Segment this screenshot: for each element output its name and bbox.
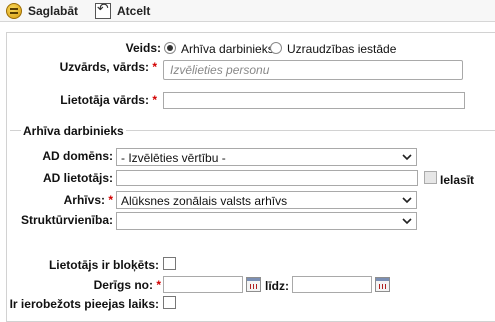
- ad-user-input[interactable]: [116, 170, 418, 186]
- calendar-icon[interactable]: [246, 277, 261, 292]
- person-search-input[interactable]: Izvēlieties personu: [163, 60, 463, 80]
- import-label: Ielasīt: [440, 173, 475, 187]
- ad-domain-selected: - Izvēlēties vērtību -: [121, 151, 226, 165]
- limited-time-checkbox[interactable]: [163, 296, 176, 309]
- chevron-down-icon: [402, 154, 412, 161]
- required-mark: *: [152, 60, 157, 74]
- valid-until-input[interactable]: [292, 276, 372, 293]
- undo-icon: [95, 1, 111, 19]
- required-mark: *: [108, 193, 113, 207]
- type-radio-supervisory[interactable]: [270, 42, 282, 54]
- archive-select[interactable]: Alūksnes zonālais valsts arhīvs: [116, 191, 417, 209]
- ad-user-label: AD lietotājs:: [42, 171, 113, 185]
- save-button[interactable]: Saglabāt: [6, 2, 78, 20]
- required-mark: *: [156, 278, 161, 292]
- name-label: Uzvārds, vārds: *: [59, 60, 157, 74]
- ad-domain-select[interactable]: - Izvēlēties vērtību -: [116, 148, 417, 166]
- save-icon: [6, 3, 22, 19]
- valid-until-label: līdz:: [265, 279, 289, 293]
- valid-from-input[interactable]: [163, 276, 243, 293]
- type-option-archive-label: Arhīva darbinieks: [181, 42, 274, 56]
- blocked-checkbox[interactable]: [163, 257, 176, 270]
- archive-section-legend: Arhīva darbinieks: [21, 124, 126, 138]
- valid-from-label: Derīgs no: *: [93, 278, 161, 292]
- import-checkbox[interactable]: [424, 171, 437, 184]
- unit-label: Struktūrvienība:: [20, 213, 113, 227]
- chevron-down-icon: [402, 197, 412, 204]
- limited-time-label: Ir ierobežots pieejas laiks:: [9, 297, 159, 311]
- toolbar: Saglabāt Atcelt: [0, 0, 495, 22]
- ad-domain-label: AD domēns:: [42, 149, 113, 163]
- type-radio-archive[interactable]: [164, 42, 176, 54]
- archive-selected: Alūksnes zonālais valsts arhīvs: [121, 194, 288, 208]
- chevron-down-icon: [402, 218, 412, 225]
- calendar-icon[interactable]: [375, 277, 390, 292]
- username-input[interactable]: [163, 92, 465, 109]
- person-search-placeholder: Izvēlieties personu: [170, 63, 270, 77]
- cancel-button-label: Atcelt: [117, 4, 151, 18]
- archive-label: Arhīvs: *: [63, 193, 113, 207]
- save-button-label: Saglabāt: [28, 4, 79, 18]
- type-option-supervisory-label: Uzraudzības iestāde: [287, 42, 397, 56]
- blocked-label: Lietotājs ir bloķēts:: [48, 258, 159, 272]
- cancel-button[interactable]: Atcelt: [95, 1, 151, 20]
- unit-select[interactable]: [116, 212, 417, 230]
- type-label: Veids:: [125, 41, 161, 55]
- username-label: Lietotāja vārds: *: [60, 93, 157, 107]
- required-mark: *: [152, 93, 157, 107]
